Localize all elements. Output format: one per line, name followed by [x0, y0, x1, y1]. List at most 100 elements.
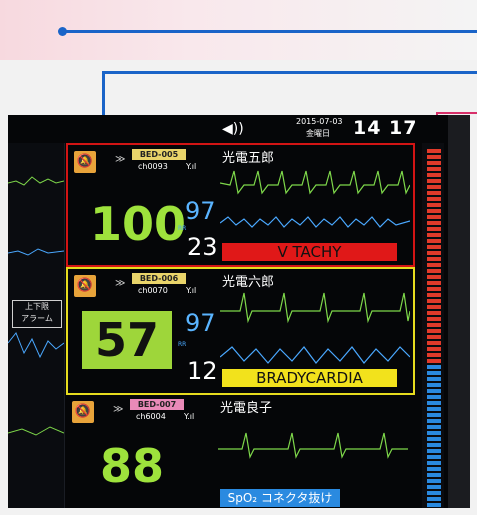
strip-segment: [427, 275, 441, 279]
bed-label: BED-007: [130, 399, 184, 410]
callout-line-mid: [102, 71, 477, 74]
strip-segment: [427, 461, 441, 465]
strip-segment: [427, 443, 441, 447]
patient-tile-1[interactable]: 🔕 ≫ BED-005 ch0093 Y.ıl 光電五郎 100 97 RR 2…: [66, 143, 415, 267]
strip-segment: [427, 299, 441, 303]
strip-segment: [427, 269, 441, 273]
strip-segment: [427, 473, 441, 477]
strip-segment: [427, 353, 441, 357]
callout-line-right: [436, 112, 477, 114]
strip-segment: [427, 149, 441, 153]
strip-segment: [427, 281, 441, 285]
strip-segment: [427, 413, 441, 417]
strip-segment: [427, 173, 441, 177]
strip-segment: [427, 389, 441, 393]
strip-segment: [427, 347, 441, 351]
bed-label: BED-005: [132, 149, 186, 160]
strip-segment: [427, 197, 441, 201]
rr-unit: RR: [178, 225, 187, 232]
strip-segment: [427, 179, 441, 183]
strip-segment: [427, 467, 441, 471]
strip-segment: [427, 185, 441, 189]
date-label: 2015-07-03: [296, 117, 343, 126]
strip-segment: [427, 239, 441, 243]
signal-icon: Y.ıl: [186, 162, 197, 171]
rr-value: 23: [187, 233, 218, 261]
expand-arrows-icon[interactable]: ≫: [113, 404, 123, 415]
channel-label: ch6004: [136, 412, 166, 421]
strip-segment: [427, 335, 441, 339]
strip-segment: [427, 407, 441, 411]
strip-segment: [427, 485, 441, 489]
strip-segment: [427, 311, 441, 315]
strip-segment: [427, 491, 441, 495]
signal-icon: Y.ıl: [184, 412, 195, 421]
strip-segment: [427, 341, 441, 345]
patient-tile-2[interactable]: 🔕 ≫ BED-006 ch0070 Y.ıl 光電六郎 57 97 RR 12…: [66, 267, 415, 395]
alarm-level-strip: [422, 143, 444, 508]
rr-value: 12: [187, 357, 218, 385]
strip-segment: [427, 305, 441, 309]
strip-segment: [427, 191, 441, 195]
strip-segment: [427, 359, 441, 363]
strip-segment: [427, 395, 441, 399]
callout-line-top: [62, 30, 477, 33]
strip-segment: [427, 449, 441, 453]
channel-label: ch0070: [138, 286, 168, 295]
limit-alarm-button[interactable]: 上下限 アラーム: [12, 300, 62, 328]
alarm-bell-icon[interactable]: 🔕: [72, 401, 94, 423]
strip-segment: [427, 497, 441, 501]
rr-unit: RR: [178, 341, 187, 348]
strip-segment: [427, 365, 441, 369]
weekday-label: 金曜日: [306, 129, 330, 138]
strip-segment: [427, 419, 441, 423]
expand-arrows-icon[interactable]: ≫: [115, 154, 125, 165]
heart-rate-value: 88: [100, 439, 165, 493]
signal-icon: Y.ıl: [186, 286, 197, 295]
strip-segment: [427, 317, 441, 321]
strip-segment: [427, 323, 441, 327]
heart-rate-value: 57: [82, 311, 172, 369]
strip-segment: [427, 455, 441, 459]
strip-segment: [427, 257, 441, 261]
speaker-icon[interactable]: ◀)): [222, 121, 244, 137]
clock: 14 17: [353, 117, 418, 139]
alarm-message: SpO₂ コネクタ抜け: [220, 489, 340, 507]
ecg-waveform: [220, 170, 410, 228]
strip-segment: [427, 377, 441, 381]
strip-segment: [427, 263, 441, 267]
strip-segment: [427, 329, 441, 333]
strip-segment: [427, 383, 441, 387]
strip-segment: [427, 245, 441, 249]
strip-segment: [427, 203, 441, 207]
strip-segment: [427, 425, 441, 429]
strip-segment: [427, 293, 441, 297]
strip-segment: [427, 161, 441, 165]
strip-segment: [427, 401, 441, 405]
right-panel: [448, 115, 470, 508]
strip-segment: [427, 431, 441, 435]
status-bar: ◀)) 2015-07-03 金曜日 14 17: [208, 115, 418, 143]
strip-segment: [427, 233, 441, 237]
spo2-value: 97: [185, 197, 216, 225]
ecg-waveform: [218, 432, 408, 459]
expand-arrows-icon[interactable]: ≫: [115, 278, 125, 289]
strip-segment: [427, 209, 441, 213]
strip-segment: [427, 371, 441, 375]
alarm-bell-icon[interactable]: 🔕: [74, 275, 96, 297]
monitor-screen: ◀)) 2015-07-03 金曜日 14 17 上下限 アラーム 🔕 ≫ BE…: [8, 115, 470, 508]
strip-segment: [427, 215, 441, 219]
alarm-bell-icon[interactable]: 🔕: [74, 151, 96, 173]
callout-dot-top: [58, 27, 67, 36]
strip-segment: [427, 479, 441, 483]
patient-tile-3[interactable]: 🔕 ≫ BED-007 ch6004 Y.ıl 光電良子 88 SpO₂ コネク…: [66, 395, 411, 508]
strip-segment: [427, 503, 441, 507]
strip-segment: [427, 287, 441, 291]
strip-segment: [427, 167, 441, 171]
alarm-message: V TACHY: [222, 243, 397, 261]
strip-segment: [427, 221, 441, 225]
patient-name: 光電良子: [220, 401, 273, 416]
strip-segment: [427, 251, 441, 255]
strip-segment: [427, 227, 441, 231]
channel-label: ch0093: [138, 162, 168, 171]
